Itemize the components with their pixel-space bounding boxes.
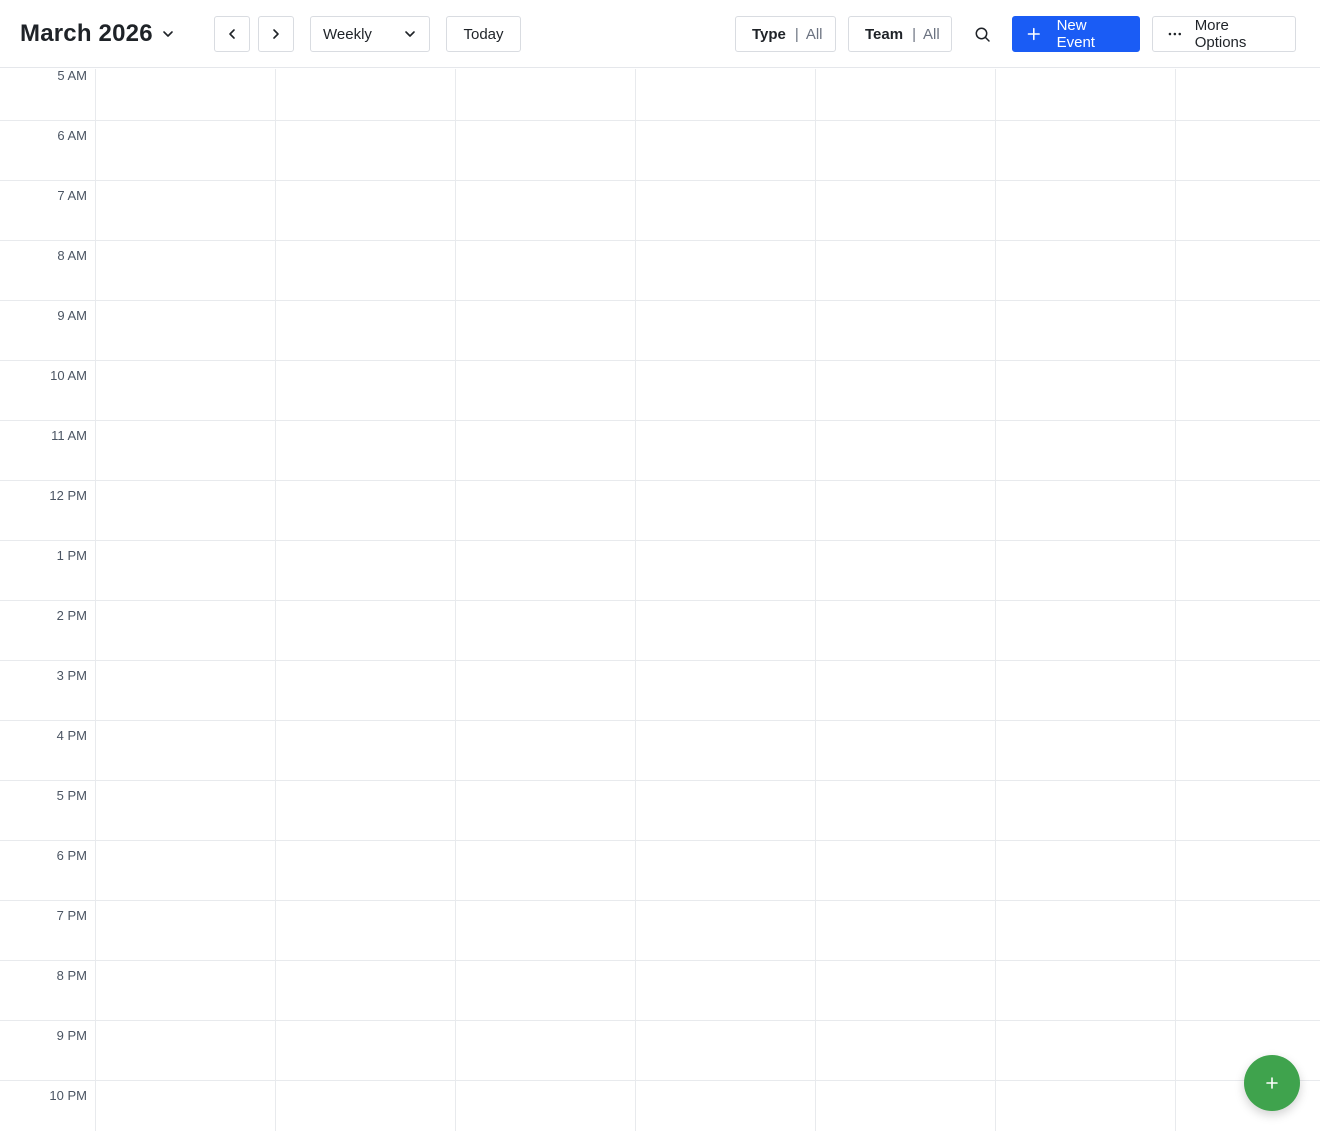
- hour-label: 11 AM: [51, 428, 87, 443]
- hour-label: 6 AM: [57, 128, 87, 143]
- day-column-divider: [275, 69, 276, 1131]
- plus-icon: [1027, 27, 1040, 41]
- hour-label: 8 AM: [57, 248, 87, 263]
- team-filter[interactable]: Team | All: [848, 16, 952, 52]
- hour-label: 10 PM: [49, 1088, 87, 1103]
- view-select-value: Weekly: [323, 25, 372, 43]
- chevron-right-icon: [273, 29, 279, 39]
- month-picker[interactable]: March 2026: [20, 17, 175, 51]
- team-filter-label: Team: [865, 25, 904, 43]
- hour-row[interactable]: 12 PM: [0, 481, 1320, 541]
- search-icon: [975, 27, 990, 42]
- more-horizontal-icon: [1168, 32, 1182, 36]
- today-button[interactable]: Today: [446, 16, 521, 52]
- hour-label: 7 PM: [56, 908, 87, 923]
- new-event-label: New Event: [1056, 17, 1095, 51]
- plus-icon: [1266, 1077, 1278, 1089]
- team-filter-value: All: [922, 25, 940, 43]
- hour-row[interactable]: 7 PM: [0, 901, 1320, 961]
- previous-week-button[interactable]: [214, 16, 250, 52]
- hour-label: 5 AM: [57, 69, 87, 83]
- hour-row[interactable]: 7 AM: [0, 181, 1320, 241]
- hour-label: 9 PM: [56, 1028, 87, 1043]
- day-column-divider: [1175, 69, 1176, 1131]
- hour-row[interactable]: 3 PM: [0, 661, 1320, 721]
- quick-add-button[interactable]: [1244, 1055, 1300, 1111]
- day-column-divider: [455, 69, 456, 1131]
- day-column-divider: [995, 69, 996, 1131]
- week-grid: 5 AM 6 AM 7 AM 8 AM 9 AM 10 AM 11 AM 12 PM 1 PM 2…: [0, 69, 1320, 1131]
- hour-label: 6 PM: [56, 848, 87, 863]
- hour-row[interactable]: 8 AM: [0, 241, 1320, 301]
- hour-label: 9 AM: [57, 308, 87, 323]
- next-week-button[interactable]: [258, 16, 294, 52]
- hour-row[interactable]: 1 PM: [0, 541, 1320, 601]
- calendar-toolbar: March 2026 Weekly Today Type | All Team …: [0, 0, 1320, 68]
- hour-row[interactable]: 10 PM: [0, 1081, 1320, 1131]
- type-filter-value: All: [805, 25, 823, 43]
- month-title: March 2026: [20, 20, 153, 47]
- filter-separator: |: [794, 25, 799, 43]
- more-options-label: More Options: [1194, 17, 1247, 51]
- hour-row[interactable]: 10 AM: [0, 361, 1320, 421]
- filter-separator: |: [912, 25, 916, 43]
- hour-row[interactable]: 6 AM: [0, 121, 1320, 181]
- search-button[interactable]: [968, 20, 996, 48]
- hour-row[interactable]: 8 PM: [0, 961, 1320, 1021]
- day-column-divider: [635, 69, 636, 1131]
- hour-row[interactable]: 2 PM: [0, 601, 1320, 661]
- day-column-divider: [95, 69, 96, 1131]
- hour-row[interactable]: 9 AM: [0, 301, 1320, 361]
- hour-label: 1 PM: [56, 548, 87, 563]
- hour-row[interactable]: 11 AM: [0, 421, 1320, 481]
- hour-label: 8 PM: [56, 968, 87, 983]
- chevron-down-icon: [405, 31, 415, 37]
- hour-label: 12 PM: [49, 488, 87, 503]
- hour-row[interactable]: 9 PM: [0, 1021, 1320, 1081]
- hour-label: 2 PM: [56, 608, 87, 623]
- hour-label: 7 AM: [57, 188, 87, 203]
- new-event-button[interactable]: New Event: [1012, 16, 1140, 52]
- type-filter-label: Type: [752, 25, 786, 43]
- chevron-left-icon: [229, 29, 235, 39]
- chevron-down-icon: [162, 31, 173, 37]
- hour-row[interactable]: 4 PM: [0, 721, 1320, 781]
- day-column-divider: [815, 69, 816, 1131]
- hour-row[interactable]: 5 PM: [0, 781, 1320, 841]
- view-select[interactable]: Weekly: [310, 16, 430, 52]
- hour-label: 5 PM: [56, 788, 87, 803]
- hour-label: 10 AM: [50, 368, 87, 383]
- type-filter[interactable]: Type | All: [735, 16, 836, 52]
- hour-label: 4 PM: [56, 728, 87, 743]
- hour-row[interactable]: 6 PM: [0, 841, 1320, 901]
- hour-row[interactable]: 5 AM: [0, 69, 1320, 121]
- more-options-button[interactable]: More Options: [1152, 16, 1296, 52]
- hour-label: 3 PM: [56, 668, 87, 683]
